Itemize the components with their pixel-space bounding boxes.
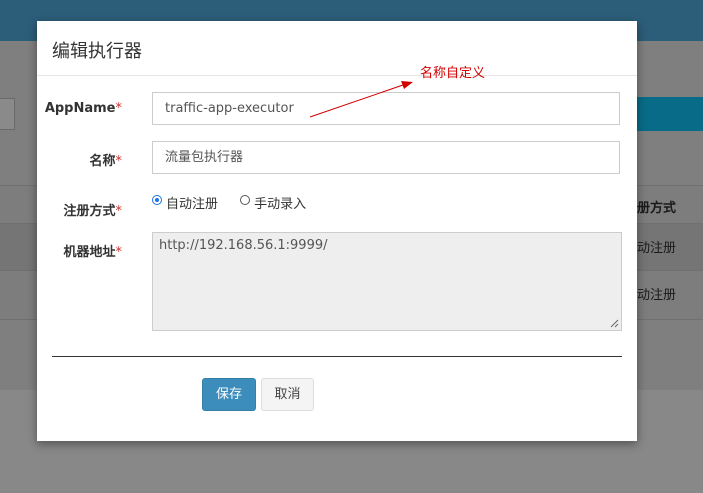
address-value: http://192.168.56.1:9999/ — [159, 238, 328, 253]
radio-auto-register-label: 自动注册 — [166, 197, 219, 212]
table-cell: 动注册 — [637, 241, 677, 256]
register-type-label: 注册方式* — [37, 200, 122, 219]
form-divider — [52, 356, 622, 357]
appname-label: AppName* — [37, 101, 122, 116]
radio-checked-icon[interactable] — [152, 195, 162, 205]
name-label-text: 名称 — [89, 154, 116, 169]
table-header-cell: 册方式 — [637, 201, 677, 216]
radio-manual-entry-label: 手动录入 — [254, 197, 307, 212]
save-button[interactable]: 保存 — [202, 378, 256, 411]
name-label: 名称* — [37, 150, 122, 169]
edit-executor-dialog: 编辑执行器 AppName* traffic-app-executor 名称* … — [37, 21, 637, 441]
appname-label-text: AppName — [44, 101, 116, 116]
appname-input[interactable]: traffic-app-executor — [152, 92, 620, 125]
address-label: 机器地址* — [37, 241, 122, 260]
table-cell: 动注册 — [637, 288, 677, 303]
cancel-button[interactable]: 取消 — [261, 378, 314, 411]
required-mark: * — [115, 101, 123, 116]
required-mark: * — [115, 154, 123, 169]
required-mark: * — [115, 245, 123, 260]
required-mark: * — [115, 204, 123, 219]
register-type-radio-group: 自动注册 手动录入 — [152, 193, 324, 212]
address-label-text: 机器地址 — [63, 245, 116, 260]
name-input[interactable]: 流量包执行器 — [152, 141, 620, 174]
name-value: 流量包执行器 — [165, 150, 244, 165]
radio-auto-register[interactable]: 自动注册 — [152, 193, 218, 212]
appname-value: traffic-app-executor — [165, 101, 294, 116]
annotation-text: 名称自定义 — [420, 66, 486, 81]
dialog-header: 编辑执行器 — [37, 21, 637, 76]
background-button — [0, 98, 15, 130]
radio-unchecked-icon[interactable] — [240, 195, 251, 205]
dialog-title: 编辑执行器 — [52, 41, 142, 62]
register-type-label-text: 注册方式 — [63, 204, 116, 219]
resize-grip-icon[interactable] — [610, 319, 619, 328]
radio-manual-entry[interactable]: 手动录入 — [240, 193, 306, 212]
background-toolbar-bar — [637, 97, 703, 131]
address-textarea[interactable]: http://192.168.56.1:9999/ — [152, 232, 622, 331]
